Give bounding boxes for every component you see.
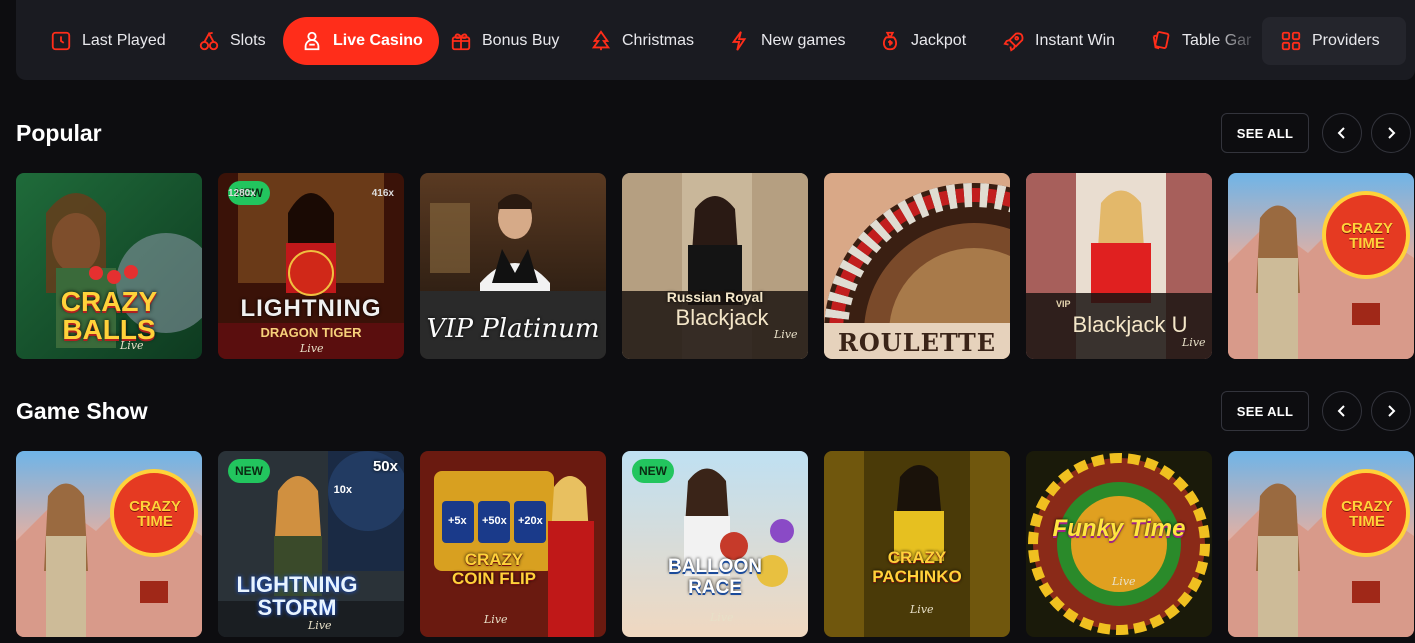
providers-button[interactable]: Providers [1262,17,1406,65]
game-live-tag: Live [308,619,332,632]
game-title: CRAZY BALLS [60,286,158,345]
category-label: Bonus Buy [482,32,560,49]
category-label: Providers [1312,32,1380,49]
game-title: LIGHTNING STORM [236,572,358,621]
game-title: VIP Platinum [426,314,600,344]
gift-icon [451,33,471,51]
game-live-tag: Live [1112,575,1136,588]
category-slots[interactable]: Slots [198,17,266,65]
lightning-icon [731,31,747,51]
next-button-game-show[interactable] [1371,391,1411,431]
money-bag-icon [883,31,897,51]
category-label: New games [761,32,846,49]
section-title-popular: Popular [16,120,102,146]
prev-button-popular[interactable] [1322,113,1362,153]
category-instant-win[interactable]: Instant Win [1003,17,1115,65]
chevron-left-icon [1337,405,1345,417]
category-label: Slots [230,32,266,49]
game-title: CRAZY TIME [1341,220,1393,252]
game-tile-funky-time[interactable]: Funky Time Live [1026,451,1212,637]
new-badge: NEW [632,459,674,483]
game-tile-crazy-balls[interactable]: CRAZY BALLS Live [16,173,202,359]
game-tile-lightning-storm[interactable]: NEW 50x 10x LIGHTNING STORM Live [218,451,404,637]
category-live-casino[interactable]: Live Casino [283,17,439,65]
category-last-played[interactable]: Last Played [50,17,166,65]
game-artwork [1228,173,1414,359]
game-tile-crazy-time[interactable]: CRAZY TIME [16,451,202,637]
cards-icon [1152,31,1170,50]
rocket-icon [1003,32,1024,52]
game-title: ROULETTE [837,328,997,357]
game-tile-crazy-time[interactable]: CRAZY TIME [1228,173,1414,359]
clock-icon [51,31,71,51]
game-tile-crazy-time[interactable]: CRAZY TIME [1228,451,1414,637]
category-bonus-buy[interactable]: Bonus Buy [450,17,559,65]
game-live-tag: Live [774,328,798,341]
see-all-button-popular[interactable]: SEE ALL [1221,113,1309,153]
category-label: Instant Win [1035,32,1116,49]
game-live-tag: Live [910,603,934,616]
game-tile-crazy-coin-flip[interactable]: +5x +50x +20x CRAZY COIN FLIP Live [420,451,606,637]
game-artwork [420,451,606,637]
category-label: Last Played [82,32,166,49]
category-label: Christmas [622,32,695,49]
category-jackpot[interactable]: Jackpot [879,17,966,65]
game-live-tag: Live [484,613,508,626]
game-tile-russian-royal-blackjack[interactable]: Russian Royal Blackjack Live [622,173,808,359]
game-title: LIGHTNING [240,295,382,322]
category-label: Live Casino [333,32,423,49]
multiplier-label: 50x [372,458,398,475]
next-button-popular[interactable] [1371,113,1411,153]
game-title: CRAZY TIME [129,498,181,530]
game-title: Funky Time [1052,515,1186,542]
multiplier-label: +50x [482,515,507,527]
game-live-tag: Live [300,342,324,355]
game-tile-crazy-pachinko[interactable]: CRAZY PACHINKO Live [824,451,1010,637]
category-christmas[interactable]: Christmas [590,17,694,65]
game-title: CRAZY TIME [1341,498,1393,530]
dealer-icon [304,31,320,51]
section-title-game-show: Game Show [16,398,148,424]
multiplier-label: 416x [371,188,394,199]
game-title: CRAZY PACHINKO [872,548,962,586]
game-live-tag: Live [710,611,734,624]
game-subtitle: DRAGON TIGER [260,325,362,340]
see-all-button-game-show[interactable]: SEE ALL [1221,391,1309,431]
game-title: BALLOON RACE [668,556,762,598]
tree-icon [591,30,611,51]
game-live-tag: Live [1182,336,1206,349]
game-artwork [1228,451,1414,637]
game-title: CRAZY COIN FLIP [451,550,537,588]
game-tile-balloon-race[interactable]: NEW BALLOON RACE Live [622,451,808,637]
game-live-tag: Live [120,339,144,352]
chevron-right-icon [1388,127,1396,139]
game-artwork [1026,451,1212,637]
multiplier-label: 10x [333,484,352,496]
game-title: Blackjack U [1072,312,1188,337]
multiplier-label: +5x [448,515,467,527]
game-artwork [16,451,202,637]
game-subtitle: Russian Royal [666,289,764,305]
game-subtitle: VIP [1056,299,1071,309]
game-tile-lightning-dragon-tiger[interactable]: NEW 1280x 416x LIGHTNING DRAGON TIGER Li… [218,173,404,359]
category-new-games[interactable]: New games [729,17,845,65]
game-title: Blackjack [675,305,769,330]
chevron-right-icon [1388,405,1396,417]
game-tile-vip-platinum[interactable]: VIP Platinum [420,173,606,359]
new-badge: NEW [228,459,270,483]
multiplier-label: 1280x [228,188,256,199]
game-tile-vip-blackjack-u[interactable]: VIP Blackjack U Live [1026,173,1212,359]
chevron-left-icon [1337,127,1345,139]
scroll-fade [1212,17,1264,65]
cherries-icon [199,31,219,51]
prev-button-game-show[interactable] [1322,391,1362,431]
game-tile-roulette[interactable]: ROULETTE [824,173,1010,359]
multiplier-label: +20x [518,515,543,527]
category-label: Jackpot [911,32,967,49]
grid-icon [1281,31,1301,51]
